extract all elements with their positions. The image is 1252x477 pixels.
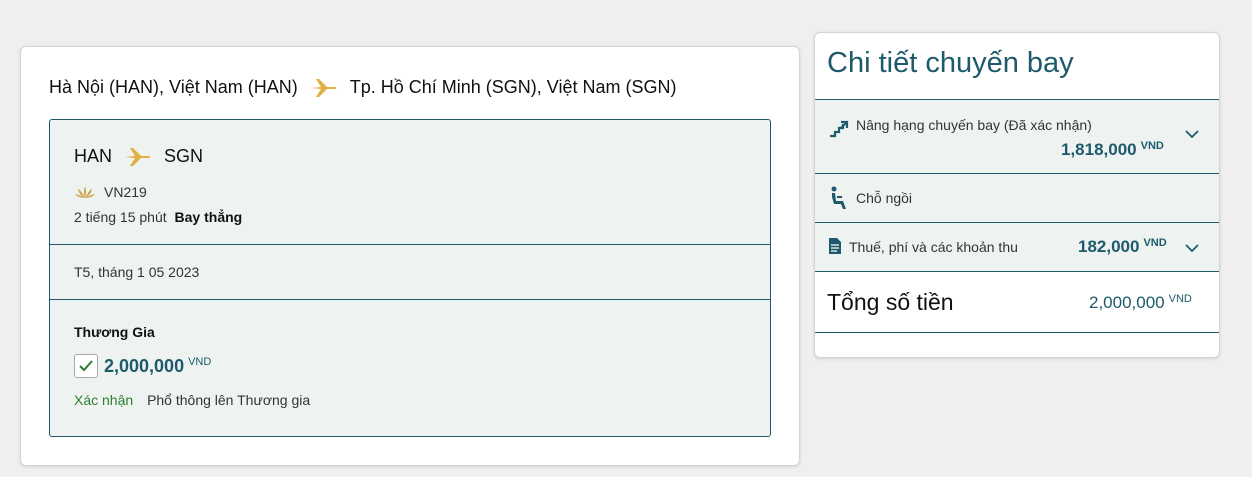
route-codes: HAN SGN (74, 146, 203, 167)
flight-segment-box: HAN SGN VN219 2 tiếng 15 phút Bay thẳng … (49, 119, 771, 437)
chevron-down-icon[interactable] (1185, 130, 1199, 139)
fare-currency: VND (188, 356, 212, 368)
chevron-down-icon[interactable] (1185, 244, 1199, 253)
upgrade-note: Phổ thông lên Thương gia (147, 392, 311, 408)
tax-currency: VND (1143, 237, 1167, 249)
seat-row[interactable]: Chỗ ngồi (815, 173, 1219, 222)
checkmark-icon (79, 360, 93, 372)
seat-icon (830, 186, 848, 210)
from-code: HAN (74, 146, 113, 166)
total-label: Tổng số tiền (827, 289, 954, 315)
upgrade-label: Nâng hạng chuyến bay (Đã xác nhận) (856, 117, 1092, 133)
date-section: T5, tháng 1 05 2023 (50, 245, 770, 300)
lotus-logo-icon (74, 185, 96, 199)
flight-number-row: VN219 (74, 184, 147, 200)
upgrade-currency: VND (1140, 140, 1164, 152)
total-amount: 2,000,000 (1089, 293, 1165, 312)
total-row: Tổng số tiền 2,000,000 VND (815, 271, 1219, 333)
flight-duration: 2 tiếng 15 phút (74, 209, 167, 225)
upgrade-stairs-icon (829, 120, 849, 138)
upgrade-status-row: Xác nhận Phổ thông lên Thương gia (74, 392, 310, 408)
airplane-icon (310, 78, 338, 98)
seat-label: Chỗ ngồi (856, 190, 913, 206)
airplane-icon (124, 147, 152, 167)
tax-label: Thuế, phí và các khoản thu (849, 239, 1018, 255)
destination-label: Tp. Hồ Chí Minh (SGN), Việt Nam (SGN) (349, 77, 677, 97)
route-title: Hà Nội (HAN), Việt Nam (HAN) Tp. Hồ Chí … (49, 77, 676, 98)
tax-amount-group: 182,000 VND (1078, 237, 1167, 257)
upgrade-amount-group: 1,818,000 VND (1061, 140, 1164, 160)
tax-amount: 182,000 (1078, 237, 1140, 256)
upgrade-cost-row[interactable]: Nâng hạng chuyến bay (Đã xác nhận) 1,818… (815, 99, 1219, 173)
total-amount-group: 2,000,000 VND (1089, 293, 1192, 313)
flight-summary-card: Hà Nội (HAN), Việt Nam (HAN) Tp. Hồ Chí … (20, 46, 800, 466)
flight-info-section: HAN SGN VN219 2 tiếng 15 phút Bay thẳng (50, 120, 770, 245)
fare-checkbox[interactable] (74, 354, 98, 378)
fare-price-row: 2,000,000 VND (74, 354, 211, 378)
tax-row[interactable]: Thuế, phí và các khoản thu 182,000 VND (815, 222, 1219, 271)
flight-number: VN219 (104, 184, 147, 200)
document-icon (828, 237, 842, 255)
confirm-status: Xác nhận (74, 392, 134, 408)
origin-label: Hà Nội (HAN), Việt Nam (HAN) (49, 77, 298, 97)
flight-date: T5, tháng 1 05 2023 (74, 264, 200, 280)
flight-details-card: Chi tiết chuyến bay Nâng hạng chuyến bay… (814, 32, 1220, 358)
duration-row: 2 tiếng 15 phút Bay thẳng (74, 209, 242, 225)
upgrade-amount: 1,818,000 (1061, 140, 1137, 159)
fare-price: 2,000,000 (104, 355, 185, 376)
to-code: SGN (164, 146, 204, 166)
cabin-class: Thương Gia (74, 324, 155, 340)
details-title: Chi tiết chuyến bay (827, 47, 1074, 79)
cabin-section: Thương Gia 2,000,000 VND Xác nhận Phổ th… (50, 300, 770, 436)
total-currency: VND (1168, 293, 1192, 305)
flight-stops: Bay thẳng (174, 209, 243, 225)
